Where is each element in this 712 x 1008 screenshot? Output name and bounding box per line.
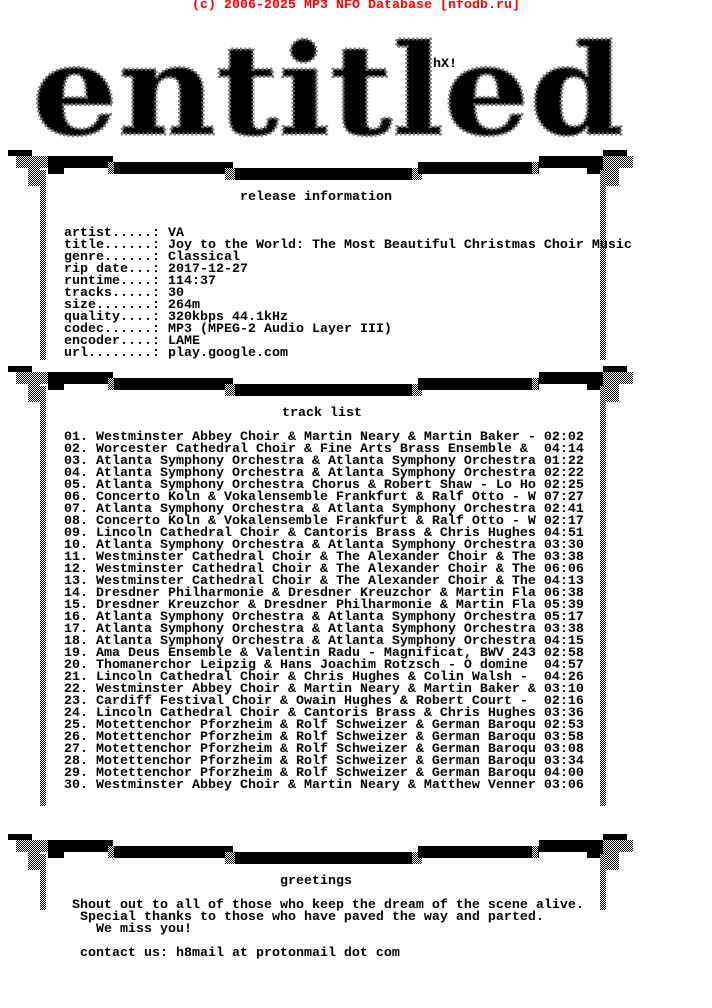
logo-text: entitled xyxy=(32,22,624,147)
track-row-field: 03:06 xyxy=(543,778,584,793)
bar-segment xyxy=(48,168,64,174)
bar-segment xyxy=(113,378,233,390)
bar-segment xyxy=(418,846,539,858)
release-info: artist.....: VA title......: Joy to the W… xyxy=(64,227,632,361)
dither-segment xyxy=(16,156,48,168)
dither-segment xyxy=(28,168,40,186)
dither-segment xyxy=(108,378,114,390)
track-list: 01. Westminster Abbey Choir & Martin Nea… xyxy=(64,431,584,793)
dither-segment xyxy=(532,846,538,858)
info-row-field: play.google.com xyxy=(167,346,288,361)
bar-segment xyxy=(48,156,113,168)
bar-segment xyxy=(539,372,603,384)
right-border xyxy=(600,386,606,806)
greetings-text: Shout out to all of those who keep the d… xyxy=(64,899,584,961)
logo-tag: hX! xyxy=(433,57,457,72)
section-title-release: release information xyxy=(240,190,392,205)
dither-segment xyxy=(28,384,40,402)
dither-segment xyxy=(532,378,538,390)
bar-segment xyxy=(418,378,539,390)
dither-segment xyxy=(16,372,48,384)
dither-segment xyxy=(16,840,48,852)
bar-segment xyxy=(113,162,233,174)
bar-segment xyxy=(48,852,64,858)
greeting-line-field: We miss you! xyxy=(64,922,192,937)
left-border xyxy=(40,854,46,910)
dither-segment xyxy=(28,852,40,870)
bar-segment xyxy=(233,168,418,180)
copyright-banner: (c) 2006-2025 MP3 NFO Database [nfodb.ru… xyxy=(192,0,520,13)
bar-segment xyxy=(48,840,113,852)
dither-segment xyxy=(225,168,235,180)
bar-segment xyxy=(539,156,603,168)
section-title-tracks: track list xyxy=(282,406,362,421)
bar-segment xyxy=(48,384,64,390)
greeting-line: We miss you! xyxy=(64,922,584,937)
dither-segment xyxy=(603,372,633,384)
info-row-field: MP3 (MPEG-2 Audio Layer III) xyxy=(167,322,392,337)
info-row-field: url........: xyxy=(64,346,160,361)
greeting-line-field: contact us: h8mail at protonmail dot com xyxy=(64,946,400,961)
bar-segment xyxy=(233,852,418,864)
dither-segment xyxy=(225,384,235,396)
track-row: 30. Westminster Abbey Choir & Martin Nea… xyxy=(64,778,584,793)
bar-segment xyxy=(418,162,539,174)
left-border xyxy=(40,170,46,360)
bar-segment xyxy=(539,840,603,852)
bar-segment xyxy=(233,384,418,396)
dither-segment xyxy=(603,156,633,168)
info-row: url........: play.google.com xyxy=(64,346,632,361)
right-border xyxy=(600,854,606,910)
dither-segment xyxy=(532,162,538,174)
track-row-field: 30. xyxy=(64,778,88,793)
track-row-field: Westminster Abbey Choir & Martin Neary &… xyxy=(96,778,536,793)
entitled-logo: entitled xyxy=(31,22,626,147)
bar-segment xyxy=(113,846,233,858)
dither-segment xyxy=(225,852,235,864)
bar-segment xyxy=(48,372,113,384)
greeting-line: contact us: h8mail at protonmail dot com xyxy=(64,946,584,961)
section-title-greetings: greetings xyxy=(280,874,352,889)
dither-segment xyxy=(603,840,633,852)
left-border xyxy=(40,386,46,806)
dither-segment xyxy=(108,846,114,858)
dither-segment xyxy=(108,162,114,174)
